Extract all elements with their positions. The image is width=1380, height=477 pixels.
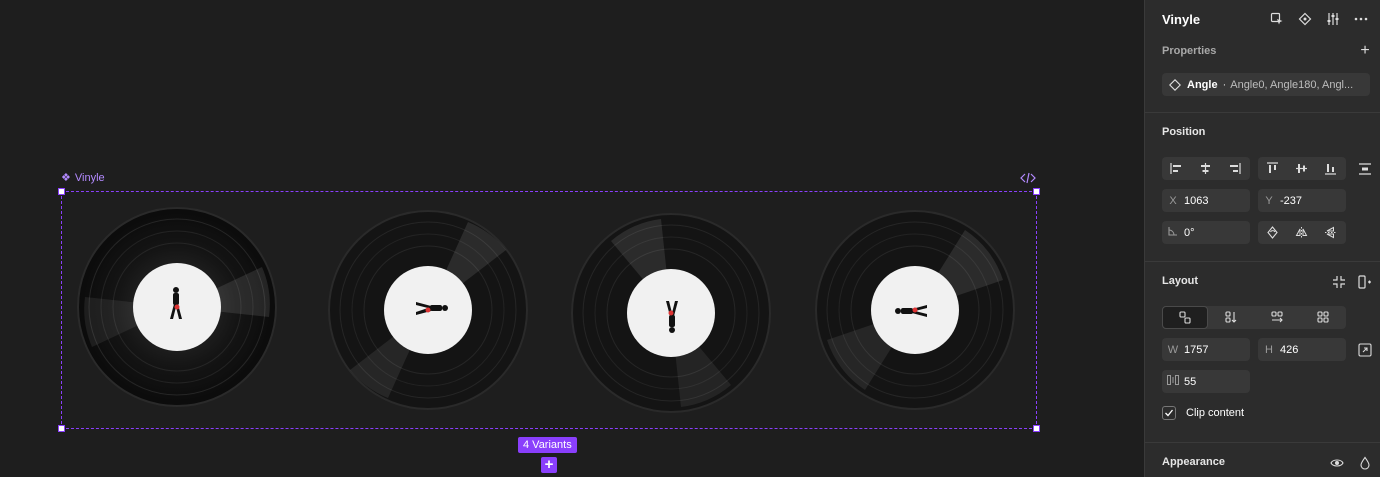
- properties-section-label: Properties: [1162, 45, 1217, 57]
- layout-horizontal-button[interactable]: [1254, 306, 1300, 329]
- drop-icon: [1360, 456, 1370, 470]
- w-label: W: [1167, 343, 1179, 356]
- align-right-icon: [1230, 163, 1241, 174]
- flip-vertical-icon: [1325, 226, 1336, 239]
- align-left-icon: [1170, 163, 1181, 174]
- horizontal-layout-icon: [1270, 311, 1283, 323]
- x-position-field[interactable]: X 1063: [1162, 189, 1250, 212]
- vertical-layout-icon: [1224, 311, 1236, 323]
- rotation-field[interactable]: 0°: [1162, 221, 1250, 244]
- flip-vertical-button[interactable]: [1316, 221, 1345, 244]
- section-divider: [1145, 261, 1380, 262]
- align-vertical-center-button[interactable]: [1287, 157, 1316, 180]
- y-label: Y: [1265, 194, 1273, 207]
- align-top-button[interactable]: [1258, 157, 1287, 180]
- vinyl-record-variant-angle180[interactable]: [571, 213, 771, 413]
- h-label: H: [1265, 343, 1273, 356]
- transform-group: [1258, 221, 1346, 244]
- properties-panel: Vinyle Properties + Angle · Angle0, Angl…: [1144, 0, 1380, 477]
- checkmark-icon: [1165, 409, 1174, 417]
- auto-layout-button[interactable]: [1357, 274, 1373, 290]
- align-horizontal-center-button[interactable]: [1191, 157, 1220, 180]
- layout-section-label: Layout: [1162, 275, 1199, 287]
- section-divider: [1145, 442, 1380, 443]
- component-icon[interactable]: [1298, 12, 1312, 26]
- vinyl-record-variant-angle90[interactable]: [328, 210, 528, 410]
- distribute-icon: [1359, 163, 1371, 175]
- distribute-button[interactable]: [1357, 161, 1373, 177]
- resize-handle-bottom-right[interactable]: [1033, 425, 1040, 432]
- freeform-layout-icon: [1178, 311, 1191, 324]
- align-bottom-icon: [1325, 164, 1336, 175]
- y-value: -237: [1280, 194, 1303, 207]
- w-value: 1757: [1184, 343, 1209, 356]
- auto-layout-icon: [1358, 275, 1371, 289]
- layout-grid-button[interactable]: [1300, 306, 1346, 329]
- align-top-icon: [1267, 162, 1278, 173]
- panel-title: Vinyle: [1162, 12, 1201, 27]
- h-value: 426: [1280, 343, 1299, 356]
- x-value: 1063: [1184, 194, 1209, 207]
- gap-icon: [1162, 375, 1184, 388]
- adjust-icon[interactable]: [1326, 12, 1340, 26]
- layout-direction-group: [1162, 306, 1346, 329]
- vertical-align-group: [1258, 157, 1346, 180]
- eye-icon: [1330, 459, 1344, 467]
- align-vertical-center-icon: [1296, 164, 1307, 173]
- vinyl-record-variant-angle270[interactable]: [815, 210, 1015, 410]
- gap-value: 55: [1184, 375, 1197, 388]
- component-set-label[interactable]: ❖ Vinyle: [61, 171, 105, 185]
- rotation-value: 0°: [1184, 226, 1195, 239]
- rotation-icon: [1162, 226, 1184, 239]
- more-options-icon[interactable]: [1354, 12, 1368, 26]
- x-label: X: [1169, 194, 1177, 207]
- toggle-visibility-button[interactable]: [1329, 455, 1345, 471]
- layout-vertical-button[interactable]: [1208, 306, 1254, 329]
- y-position-field[interactable]: Y -237: [1258, 189, 1346, 212]
- gap-field[interactable]: 55: [1162, 370, 1250, 393]
- add-variant-button[interactable]: +: [541, 457, 557, 473]
- collapse-layout-button[interactable]: [1331, 274, 1347, 290]
- resize-icon: [1358, 343, 1372, 357]
- property-separator: ·: [1222, 78, 1227, 91]
- clip-content-checkbox[interactable]: [1162, 406, 1176, 420]
- resize-handle-top-right[interactable]: [1033, 188, 1040, 195]
- select-matching-icon[interactable]: [1270, 12, 1284, 26]
- appearance-section-label: Appearance: [1162, 456, 1225, 468]
- layout-freeform-button[interactable]: [1162, 306, 1208, 329]
- section-divider: [1145, 112, 1380, 113]
- clip-content-label: Clip content: [1186, 407, 1245, 419]
- property-values: Angle0, Angle180, Angl...: [1230, 78, 1354, 91]
- design-canvas[interactable]: ❖ Vinyle 4 Variants +: [0, 0, 1144, 477]
- property-angle[interactable]: Angle · Angle0, Angle180, Angl...: [1162, 73, 1370, 96]
- align-right-button[interactable]: [1220, 157, 1249, 180]
- variant-property-icon: [1169, 78, 1181, 91]
- align-left-button[interactable]: [1162, 157, 1191, 180]
- flip-horizontal-icon: [1295, 227, 1308, 238]
- code-icon[interactable]: [1019, 171, 1037, 185]
- rotate-90-button[interactable]: [1258, 221, 1287, 244]
- horizontal-align-group: [1162, 157, 1250, 180]
- resize-handle-bottom-left[interactable]: [58, 425, 65, 432]
- height-field[interactable]: H 426: [1258, 338, 1346, 361]
- grid-layout-icon: [1316, 311, 1329, 323]
- component-set-name: Vinyle: [74, 171, 105, 184]
- align-bottom-button[interactable]: [1316, 157, 1345, 180]
- position-section-label: Position: [1162, 126, 1206, 138]
- vinyl-record-variant-angle0[interactable]: [77, 207, 277, 407]
- panel-header-actions: [1270, 12, 1368, 26]
- component-set-icon: ❖: [61, 172, 71, 184]
- rotate-icon: [1267, 226, 1278, 239]
- property-name: Angle: [1187, 78, 1218, 91]
- blend-mode-button[interactable]: [1357, 455, 1373, 471]
- width-field[interactable]: W 1757: [1162, 338, 1250, 361]
- collapse-icon: [1333, 276, 1345, 288]
- align-horizontal-center-icon: [1201, 163, 1210, 174]
- variants-count-badge: 4 Variants: [518, 437, 577, 453]
- flip-horizontal-button[interactable]: [1287, 221, 1316, 244]
- add-property-button[interactable]: +: [1357, 42, 1373, 59]
- resize-to-fit-button[interactable]: [1357, 342, 1373, 358]
- resize-handle-top-left[interactable]: [58, 188, 65, 195]
